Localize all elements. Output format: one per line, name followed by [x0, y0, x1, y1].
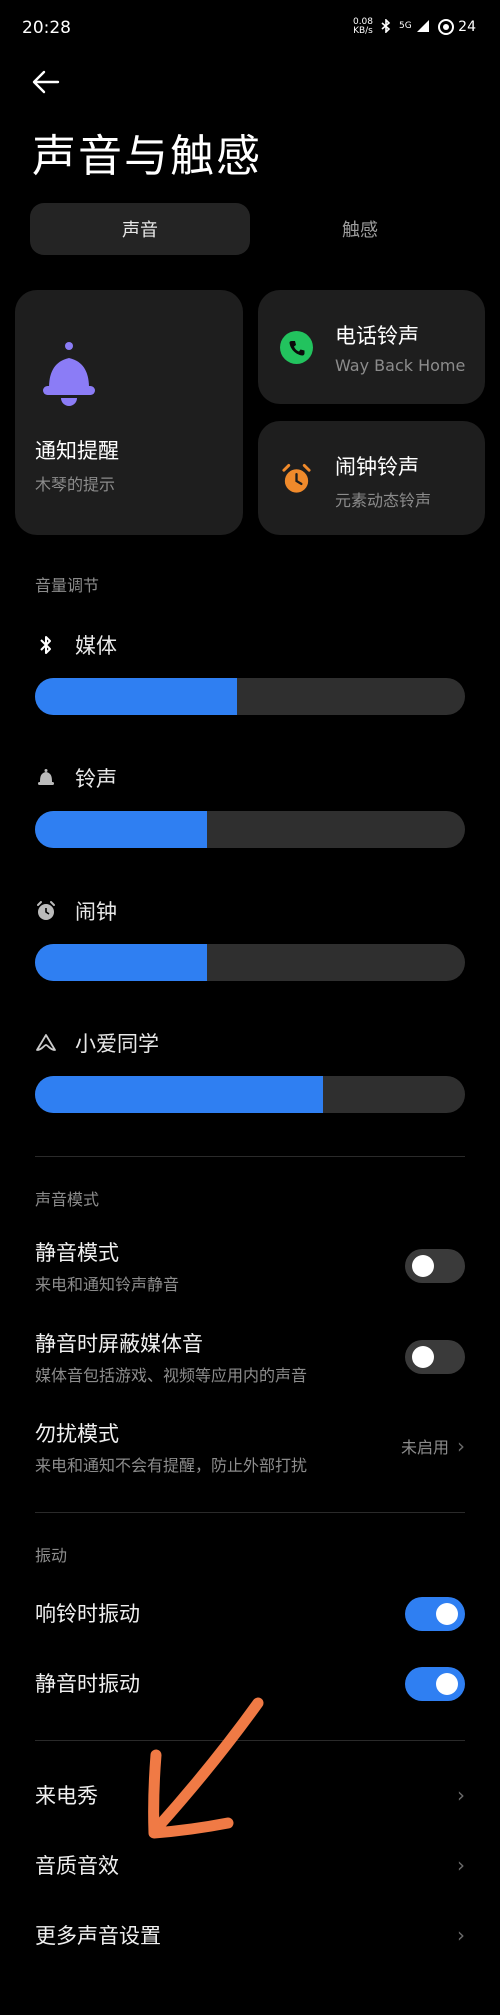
volume-row-xiaoai: 小爱同学 [35, 1028, 465, 1113]
back-arrow-icon [32, 70, 60, 94]
volume-label-media: 媒体 [75, 634, 117, 658]
volume-row-ringtone: 铃声 [35, 763, 465, 848]
bluetooth-icon [35, 634, 57, 656]
silent-vibrate-title: 静音时振动 [35, 1672, 140, 1696]
mute-media-subtitle: 媒体音包括游戏、视频等应用内的声音 [35, 1366, 308, 1385]
signal-label: 5G [399, 20, 412, 31]
toggle-knob [412, 1346, 434, 1368]
notification-card-title: 通知提醒 [35, 439, 119, 463]
ring-vibrate-toggle[interactable] [405, 1597, 465, 1631]
volume-fill-ringtone [35, 811, 207, 848]
ringtone-card[interactable]: 电话铃声 Way Back Home [258, 290, 485, 404]
volume-label-alarm: 闹钟 [75, 900, 117, 924]
volume-fill-xiaoai [35, 1076, 324, 1113]
chevron-right-icon: › [457, 1923, 465, 1947]
volume-slider-ringtone[interactable] [35, 811, 465, 848]
annotation-arrow-icon [148, 1697, 264, 1839]
battery-indicator: 24 [438, 19, 476, 35]
more-sound-settings-row[interactable]: 更多声音设置 › [35, 1915, 465, 1955]
alarm-clock-icon [280, 462, 313, 495]
tab-haptics[interactable]: 触感 [250, 203, 470, 255]
alarm-clock-icon [35, 900, 57, 922]
silent-mode-row[interactable]: 静音模式 来电和通知铃声静音 [35, 1237, 465, 1295]
more-sound-settings-label: 更多声音设置 [35, 1924, 161, 1948]
chevron-right-icon: › [457, 1783, 465, 1807]
battery-icon [438, 19, 455, 35]
notification-sound-card[interactable]: 通知提醒 木琴的提示 [15, 290, 243, 535]
toggle-knob [436, 1673, 458, 1695]
audio-effects-row[interactable]: 音质音效 › [35, 1845, 465, 1885]
volume-section-label: 音量调节 [35, 576, 100, 595]
mute-media-title: 静音时屏蔽媒体音 [35, 1332, 203, 1356]
vibration-section-label: 振动 [35, 1546, 68, 1565]
silent-mode-subtitle: 来电和通知铃声静音 [35, 1275, 180, 1294]
mute-media-row[interactable]: 静音时屏蔽媒体音 媒体音包括游戏、视频等应用内的声音 [35, 1328, 465, 1386]
signal-icon: 5G [399, 19, 430, 36]
bluetooth-status-icon [381, 17, 391, 36]
notification-card-subtitle: 木琴的提示 [35, 475, 116, 494]
xiaoai-icon [35, 1032, 57, 1054]
volume-slider-alarm[interactable] [35, 944, 465, 981]
volume-slider-media[interactable] [35, 678, 465, 715]
ringtone-card-subtitle: Way Back Home [335, 356, 466, 375]
net-speed-unit: KB/s [353, 26, 373, 36]
toggle-knob [436, 1603, 458, 1625]
dnd-row[interactable]: 勿扰模式 来电和通知不会有提醒，防止外部打扰 未启用 › [35, 1418, 465, 1476]
volume-fill-media [35, 678, 238, 715]
caller-show-row[interactable]: 来电秀 › [35, 1775, 465, 1815]
silent-vibrate-row[interactable]: 静音时振动 [35, 1667, 465, 1701]
ring-vibrate-title: 响铃时振动 [35, 1602, 140, 1626]
status-bar: 20:28 0.08 KB/s 5G 24 [0, 0, 500, 56]
status-icons: 0.08 KB/s 5G 24 [353, 18, 476, 36]
volume-label-ringtone: 铃声 [75, 767, 117, 791]
ring-vibrate-row[interactable]: 响铃时振动 [35, 1597, 465, 1631]
alarm-card-subtitle: 元素动态铃声 [335, 491, 432, 510]
bell-icon [39, 340, 99, 410]
volume-row-alarm: 闹钟 [35, 896, 465, 981]
section-divider [35, 1156, 465, 1157]
silent-mode-toggle[interactable] [405, 1249, 465, 1283]
mute-media-toggle[interactable] [405, 1340, 465, 1374]
page-title: 声音与触感 [32, 131, 262, 182]
tab-sound[interactable]: 声音 [30, 203, 250, 255]
silent-mode-title: 静音模式 [35, 1241, 119, 1265]
caller-show-label: 来电秀 [35, 1784, 98, 1808]
volume-row-media: 媒体 [35, 630, 465, 715]
volume-slider-xiaoai[interactable] [35, 1076, 465, 1113]
status-time: 20:28 [22, 18, 71, 38]
silent-vibrate-toggle[interactable] [405, 1667, 465, 1701]
back-button[interactable] [30, 66, 70, 106]
alarm-tone-card[interactable]: 闹钟铃声 元素动态铃声 [258, 421, 485, 535]
section-divider [35, 1740, 465, 1741]
phone-icon [280, 331, 313, 364]
volume-label-xiaoai: 小爱同学 [75, 1032, 159, 1056]
bell-icon [35, 767, 57, 789]
volume-fill-alarm [35, 944, 207, 981]
dnd-status: 未启用 [400, 1438, 449, 1457]
dnd-value: 未启用 › [401, 1434, 465, 1458]
section-divider [35, 1512, 465, 1513]
toggle-knob [412, 1255, 434, 1277]
chevron-right-icon: › [457, 1853, 465, 1877]
net-speed: 0.08 KB/s [353, 18, 373, 36]
ringtone-card-title: 电话铃声 [335, 324, 419, 348]
sound-mode-section-label: 声音模式 [35, 1190, 100, 1209]
audio-effects-label: 音质音效 [35, 1854, 119, 1878]
chevron-right-icon: › [457, 1434, 465, 1458]
alarm-card-title: 闹钟铃声 [335, 455, 419, 479]
segmented-tabs: 声音 触感 [30, 203, 470, 255]
battery-level: 24 [458, 19, 476, 35]
